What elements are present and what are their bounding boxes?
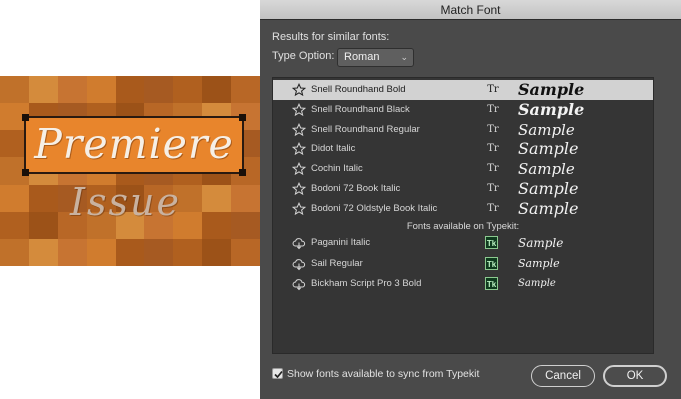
star-icon[interactable]	[291, 181, 307, 196]
results-heading: Results for similar fonts:	[272, 31, 390, 43]
typekit-font-row[interactable]: Paganini Italic Tk Sample	[273, 233, 653, 253]
cloud-download-icon[interactable]	[292, 236, 306, 250]
font-name: Bickham Script Pro 3 Bold	[311, 278, 422, 289]
truetype-icon: Tr	[487, 143, 499, 155]
match-font-dialog: Match Font Results for similar fonts: Ty…	[260, 0, 681, 399]
font-sample: Sample	[518, 256, 560, 270]
font-sample: Sample	[518, 139, 579, 159]
star-icon[interactable]	[291, 82, 307, 97]
ok-button[interactable]: OK	[603, 365, 667, 387]
type-option-label: Type Option:	[272, 50, 335, 62]
typekit-icon: Tk	[485, 277, 498, 290]
truetype-icon: Tr	[487, 183, 499, 194]
font-sample: Sample	[518, 160, 575, 179]
font-name: Snell Roundhand Regular	[311, 123, 420, 135]
star-icon[interactable]	[291, 122, 307, 137]
star-icon[interactable]	[291, 102, 307, 117]
font-sample: Sample	[518, 120, 575, 139]
selection-handle-bottom-right[interactable]	[239, 169, 246, 176]
font-name: Didot Italic	[311, 143, 356, 155]
sync-typekit-label[interactable]: Show fonts available to sync from Typeki…	[287, 368, 479, 380]
cloud-download-icon[interactable]	[292, 257, 306, 271]
font-sample: Sample	[518, 278, 556, 289]
truetype-icon: Tr	[487, 103, 499, 115]
font-name: Sail Regular	[311, 257, 363, 269]
star-icon[interactable]	[291, 142, 307, 156]
truetype-icon: Tr	[487, 123, 499, 135]
truetype-icon: Tr	[487, 84, 499, 95]
star-icon[interactable]	[291, 201, 307, 216]
font-results-list[interactable]: Snell Roundhand Bold Tr Sample Snell Roundh…	[272, 77, 654, 354]
font-sample: Sample	[518, 179, 579, 198]
truetype-icon: Tr	[487, 163, 499, 175]
font-name: Snell Roundhand Bold	[311, 84, 406, 95]
chevron-down-icon: ⌄	[400, 52, 408, 62]
font-row[interactable]: Bodoni 72 Book Italic Tr Sample	[273, 179, 653, 199]
canvas-preview: Premiere Issue	[0, 76, 260, 266]
selection-handle-bottom-left[interactable]	[22, 169, 29, 176]
font-sample: Sample	[518, 198, 579, 218]
typekit-heading: Fonts available on Typekit:	[406, 221, 520, 232]
font-sample: Sample	[518, 236, 564, 250]
cloud-download-icon[interactable]	[292, 277, 306, 291]
font-name: Paganini Italic	[311, 237, 371, 248]
headline-text: Premiere	[34, 120, 234, 168]
dialog-title: Match Font	[260, 0, 681, 20]
font-row[interactable]: Didot Italic Tr Sample	[273, 139, 653, 159]
typekit-font-row[interactable]: Bickham Script Pro 3 Bold Tk Sample	[273, 274, 653, 294]
font-name: Snell Roundhand Black	[311, 103, 410, 115]
font-row[interactable]: Bodoni 72 Oldstyle Book Italic Tr Sample	[273, 199, 653, 219]
font-row[interactable]: Snell Roundhand Bold Tr Sample	[273, 80, 653, 100]
font-sample: Sample	[518, 80, 585, 99]
font-row[interactable]: Cochin Italic Tr Sample	[273, 159, 653, 179]
typekit-icon: Tk	[485, 256, 498, 270]
font-name: Cochin Italic	[311, 163, 363, 175]
star-icon[interactable]	[291, 162, 307, 176]
font-name: Bodoni 72 Oldstyle Book Italic	[311, 202, 438, 214]
truetype-icon: Tr	[487, 202, 499, 214]
type-option-select[interactable]: Roman ⌄	[337, 48, 414, 67]
type-option-value: Roman	[344, 51, 380, 63]
font-sample: Sample	[518, 99, 585, 119]
sync-typekit-checkbox[interactable]	[272, 368, 283, 379]
font-row[interactable]: Snell Roundhand Regular Tr Sample	[273, 120, 653, 140]
font-name: Bodoni 72 Book Italic	[311, 183, 401, 194]
typekit-font-row[interactable]: Sail Regular Tk Sample	[273, 254, 653, 274]
typekit-icon: Tk	[485, 236, 498, 249]
checkmark-icon	[274, 370, 283, 379]
font-row[interactable]: Snell Roundhand Black Tr Sample	[273, 100, 653, 120]
subhead-text: Issue	[70, 180, 181, 224]
cancel-button[interactable]: Cancel	[531, 365, 595, 387]
text-selection-box[interactable]: Premiere	[22, 114, 246, 176]
